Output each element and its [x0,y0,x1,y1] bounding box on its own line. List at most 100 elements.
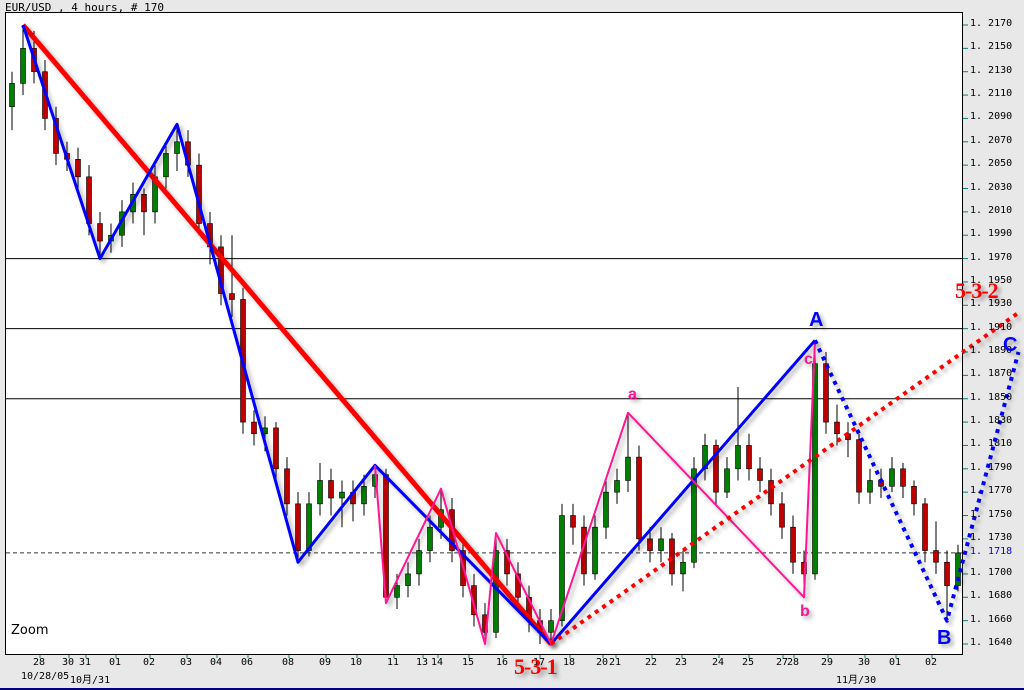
candle-body [174,141,180,154]
candle-body [746,445,752,470]
candle-body [306,503,312,551]
time-tick-label: 18 [563,657,576,668]
time-tick-label: 10 [350,657,363,668]
candle-body [141,194,147,213]
candle-body [20,48,26,84]
price-tick-label: 1. 1810 [970,438,1013,450]
candle-body [163,153,169,178]
candle-body [790,526,796,563]
price-tick-label: 1. 2150 [970,41,1013,53]
candle-body [328,480,334,499]
price-tick-label: 1. 2170 [970,18,1013,29]
time-tick-label: 24 [712,657,725,668]
time-tick-label: 28 [787,657,800,668]
candle-body [625,456,631,481]
candle-body [933,550,939,563]
price-tick-label: 1. 1790 [970,461,1013,473]
time-tick-label: 21 [609,657,622,668]
time-tick-label: 14 [431,657,444,668]
candle-body [724,468,730,493]
price-tick-label: 1. 2070 [970,134,1013,146]
wave-label-5-3-2: 5-3-2 [955,278,999,303]
time-tick-label: 16 [496,657,509,668]
candle-body [97,223,103,242]
wave-label-B: B [937,627,952,649]
candle-body [592,526,598,575]
price-tick-label: 1. 1750 [970,508,1013,520]
time-tick-label: 20 [596,657,609,668]
candle-body [339,491,345,499]
time-tick-label: 30 [858,657,871,668]
price-tick-label: 1. 1640 [970,636,1013,648]
candle-body [570,515,576,528]
candle-body [669,538,675,575]
price-tick-label: 1. 1730 [970,531,1013,543]
candle-body [735,445,741,470]
time-tick-label: 31 [79,657,92,668]
time-tick-label: 02 [143,657,156,668]
candle-body [317,480,323,505]
time-tick-label: 01 [109,657,122,668]
candle-body [416,550,422,575]
candle-body [273,427,279,470]
time-tick-label: 23 [675,657,688,668]
time-tick-label: 03 [180,657,193,668]
time-tick-label: 30 [62,657,75,668]
candle-body [867,480,873,493]
candle-body [405,573,411,586]
candle-body [251,421,257,435]
candle-body [922,503,928,551]
price-tick-label: 1. 1850 [970,391,1013,403]
wave-label-a: a [628,386,637,403]
candle-body [427,526,433,551]
wave-line-dotted [813,339,1021,623]
price-tick-label: 1. 2010 [970,204,1013,216]
candle-body [603,491,609,528]
price-tick-label: 1. 2030 [970,181,1013,193]
candle-body [614,480,620,493]
time-tick-label: 06 [241,657,254,668]
wave-label-A: A [809,309,824,331]
price-tick-label: 1. 1870 [970,368,1013,380]
time-tick-label: 01 [889,657,902,668]
time-tick-label: 11 [387,657,400,668]
candle-body [295,503,301,551]
candle-body [636,456,642,540]
wave-line-solid-thick [21,23,553,646]
time-tick-label: 09 [319,657,332,668]
wave-label-5-3-1: 5-3-1 [514,654,558,679]
date-label: 11月/30 [836,675,877,686]
time-tick-label: 13 [416,657,429,668]
candle-body [757,468,763,481]
candle-body [394,585,400,598]
price-tick-label: 1. 1700 [970,566,1013,578]
zoom-label: Zoom [11,623,49,638]
candle-body [944,561,950,586]
current-price-label: 1. 1718 [970,545,1013,557]
time-tick-label: 28 [33,657,46,668]
time-tick-label: 25 [742,657,755,668]
candle-body [823,363,829,423]
price-tick-label: 1. 1970 [970,251,1013,263]
price-tick-label: 1. 2110 [970,88,1013,100]
time-tick-label: 22 [645,657,658,668]
wave-label-c: c [804,351,813,368]
time-tick-label: 15 [462,657,475,668]
price-tick-label: 1. 1680 [970,590,1013,602]
candle-body [768,480,774,505]
price-tick-label: 1. 1770 [970,485,1013,497]
candle-body [889,468,895,487]
candle-body [548,620,554,633]
date-label: 10月/31 [70,675,111,686]
candle-body [856,439,862,493]
candle-body [911,486,917,505]
candle-body [779,503,785,528]
price-tick-label: 1. 2130 [970,64,1013,76]
candle-body [834,421,840,435]
candle-body [284,468,290,505]
candle-body [680,561,686,575]
candle-body [229,293,235,300]
wave-label-b: b [800,603,810,620]
date-label: 10/28/05 [21,671,70,682]
candle-body [900,468,906,487]
